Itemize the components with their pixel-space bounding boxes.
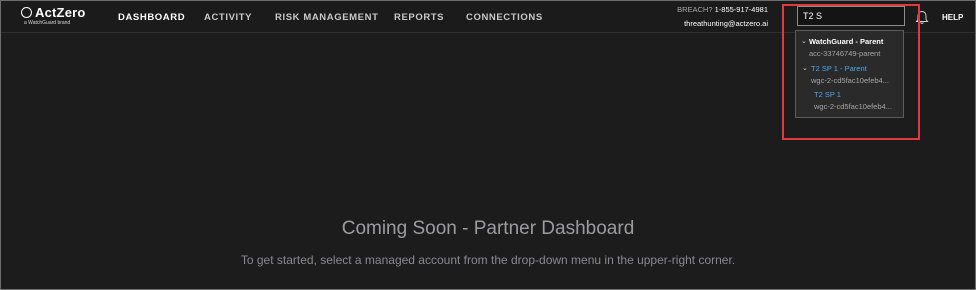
- dropdown-item-subtitle: acc-33746749-parent: [809, 49, 881, 58]
- help-link[interactable]: HELP: [942, 13, 963, 22]
- page-instructions: To get started, select a managed account…: [240, 253, 736, 267]
- chevron-down-icon[interactable]: ⌄: [801, 37, 807, 45]
- bell-icon[interactable]: [915, 10, 929, 25]
- brand-tagline: a WatchGuard brand: [24, 20, 71, 26]
- account-dropdown: ⌄ WatchGuard - Parent acc-33746749-paren…: [795, 30, 904, 118]
- nav-reports[interactable]: REPORTS: [394, 12, 444, 23]
- dropdown-item-subtitle: wgc-2-cd5fac10efeb4...: [814, 102, 892, 111]
- actzero-logo[interactable]: ActZero a WatchGuard brand: [21, 5, 91, 28]
- nav-activity[interactable]: ACTIVITY: [204, 12, 252, 23]
- dropdown-item-title: T2 SP 1: [814, 90, 841, 99]
- nav-connections[interactable]: CONNECTIONS: [466, 12, 543, 23]
- contact-info: BREACH? 1-855-917-4981 threathunting@act…: [677, 5, 768, 28]
- dropdown-item-title: WatchGuard - Parent: [809, 37, 884, 46]
- chevron-down-icon[interactable]: ⌄: [802, 64, 808, 72]
- breach-phone[interactable]: 1-855-917-4981: [715, 5, 768, 14]
- dropdown-item-t2-sp1[interactable]: T2 SP 1 wgc-2-cd5fac10efeb4...: [814, 90, 892, 111]
- contact-email[interactable]: threathunting@actzero.ai: [677, 19, 768, 28]
- nav-risk-management[interactable]: RISK MANAGEMENT: [275, 12, 378, 23]
- dropdown-item-title: T2 SP 1 - Parent: [811, 64, 867, 73]
- page-title: Coming Soon - Partner Dashboard: [341, 218, 635, 239]
- dropdown-item-t2-sp1-parent[interactable]: ⌄ T2 SP 1 - Parent wgc-2-cd5fac10efeb4..…: [802, 64, 889, 85]
- nav-dashboard[interactable]: DASHBOARD: [118, 12, 185, 23]
- account-search-input[interactable]: [797, 6, 905, 26]
- breach-hotline: BREACH? 1-855-917-4981: [677, 5, 768, 14]
- dropdown-item-watchguard-parent[interactable]: ⌄ WatchGuard - Parent acc-33746749-paren…: [801, 37, 883, 58]
- logo-ring-icon: [21, 7, 32, 18]
- dropdown-item-subtitle: wgc-2-cd5fac10efeb4...: [811, 76, 889, 85]
- brand-name: ActZero: [35, 5, 86, 20]
- breach-label: BREACH?: [677, 5, 713, 14]
- top-navigation-bar: ActZero a WatchGuard brand DASHBOARD ACT…: [1, 1, 975, 33]
